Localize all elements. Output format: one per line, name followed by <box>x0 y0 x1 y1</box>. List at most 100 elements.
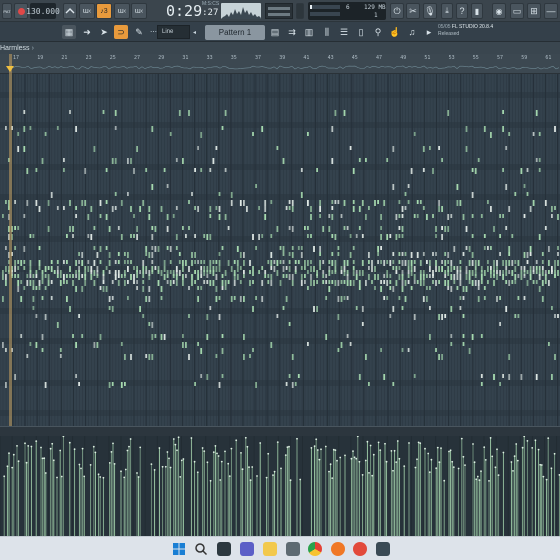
note[interactable] <box>38 286 41 290</box>
note[interactable] <box>249 260 251 266</box>
title-arrow[interactable]: › <box>32 45 34 52</box>
note[interactable] <box>102 274 105 280</box>
note[interactable] <box>422 206 425 210</box>
note[interactable] <box>435 266 437 272</box>
note[interactable] <box>371 260 373 266</box>
note[interactable] <box>239 296 242 302</box>
note[interactable] <box>285 266 288 270</box>
note[interactable] <box>435 226 437 232</box>
note[interactable] <box>398 214 401 218</box>
note[interactable] <box>471 334 474 340</box>
note[interactable] <box>429 266 431 272</box>
velocity-handle[interactable] <box>361 474 364 476</box>
note[interactable] <box>191 252 193 258</box>
note[interactable] <box>447 226 450 232</box>
note[interactable] <box>194 168 196 172</box>
note[interactable] <box>551 374 553 380</box>
note[interactable] <box>358 158 361 162</box>
note[interactable] <box>136 226 138 232</box>
note[interactable] <box>398 266 401 270</box>
note[interactable] <box>465 270 468 274</box>
note[interactable] <box>401 206 404 212</box>
song-pattern-toggle[interactable]: PAT <box>2 3 12 19</box>
velocity-handle[interactable] <box>166 451 169 453</box>
velocity-handle[interactable] <box>488 480 490 482</box>
note[interactable] <box>422 274 425 280</box>
note[interactable] <box>465 146 468 152</box>
note[interactable] <box>380 280 382 284</box>
note[interactable] <box>361 200 364 206</box>
note[interactable] <box>182 334 184 338</box>
note[interactable] <box>413 280 416 284</box>
velocity-handle[interactable] <box>550 467 553 470</box>
note[interactable] <box>358 226 361 230</box>
note[interactable] <box>349 234 352 238</box>
note[interactable] <box>163 274 166 280</box>
note[interactable] <box>255 184 257 188</box>
news-panel[interactable]: 05/05 FL STUDIO 20.8.4 Released <box>438 24 538 40</box>
note[interactable] <box>215 296 218 302</box>
note[interactable] <box>78 260 80 264</box>
note[interactable] <box>148 274 151 280</box>
note[interactable] <box>35 270 38 274</box>
note[interactable] <box>462 214 465 220</box>
velocity-handle[interactable] <box>320 448 322 451</box>
note[interactable] <box>520 270 523 274</box>
note[interactable] <box>438 314 440 320</box>
note[interactable] <box>480 274 483 280</box>
note[interactable] <box>532 200 535 206</box>
note[interactable] <box>447 270 450 276</box>
note[interactable] <box>538 274 541 280</box>
note[interactable] <box>380 234 382 240</box>
note[interactable] <box>194 234 196 238</box>
note[interactable] <box>456 184 459 190</box>
note[interactable] <box>477 260 480 266</box>
note[interactable] <box>127 280 129 284</box>
note[interactable] <box>182 158 184 164</box>
note[interactable] <box>209 270 212 274</box>
note[interactable] <box>337 246 340 250</box>
note[interactable] <box>221 348 224 354</box>
note[interactable] <box>444 270 447 274</box>
note[interactable] <box>407 348 410 352</box>
note[interactable] <box>270 260 273 266</box>
note[interactable] <box>233 274 236 280</box>
note[interactable] <box>429 146 431 150</box>
velocity-handle[interactable] <box>25 461 28 464</box>
note[interactable] <box>99 246 102 252</box>
note[interactable] <box>63 158 65 162</box>
note[interactable] <box>108 270 111 274</box>
velocity-handle[interactable] <box>523 436 526 438</box>
note[interactable] <box>343 296 346 300</box>
note[interactable] <box>93 246 96 250</box>
note[interactable] <box>145 252 148 256</box>
note[interactable] <box>81 334 84 338</box>
note[interactable] <box>93 342 96 348</box>
velocity-handle[interactable] <box>164 465 167 468</box>
velocity-handle[interactable] <box>332 448 335 451</box>
velocity-handle[interactable] <box>52 459 55 462</box>
note[interactable] <box>53 270 56 274</box>
note[interactable] <box>285 382 288 386</box>
note[interactable] <box>429 286 431 290</box>
note[interactable] <box>438 354 440 360</box>
velocity-handle[interactable] <box>169 466 172 469</box>
note[interactable] <box>499 270 501 276</box>
velocity-handle[interactable] <box>24 442 26 445</box>
velocity-handle[interactable] <box>350 457 353 460</box>
note[interactable] <box>554 206 556 210</box>
note[interactable] <box>526 192 529 196</box>
note[interactable] <box>209 168 212 172</box>
note[interactable] <box>532 132 535 136</box>
note[interactable] <box>44 314 47 320</box>
note[interactable] <box>2 214 4 218</box>
note[interactable] <box>194 270 196 274</box>
note[interactable] <box>124 274 126 278</box>
note[interactable] <box>401 286 404 292</box>
note[interactable] <box>188 110 190 116</box>
note[interactable] <box>404 206 407 210</box>
note[interactable] <box>160 270 163 276</box>
note[interactable] <box>398 234 401 238</box>
note[interactable] <box>166 274 169 278</box>
note[interactable] <box>426 214 428 220</box>
